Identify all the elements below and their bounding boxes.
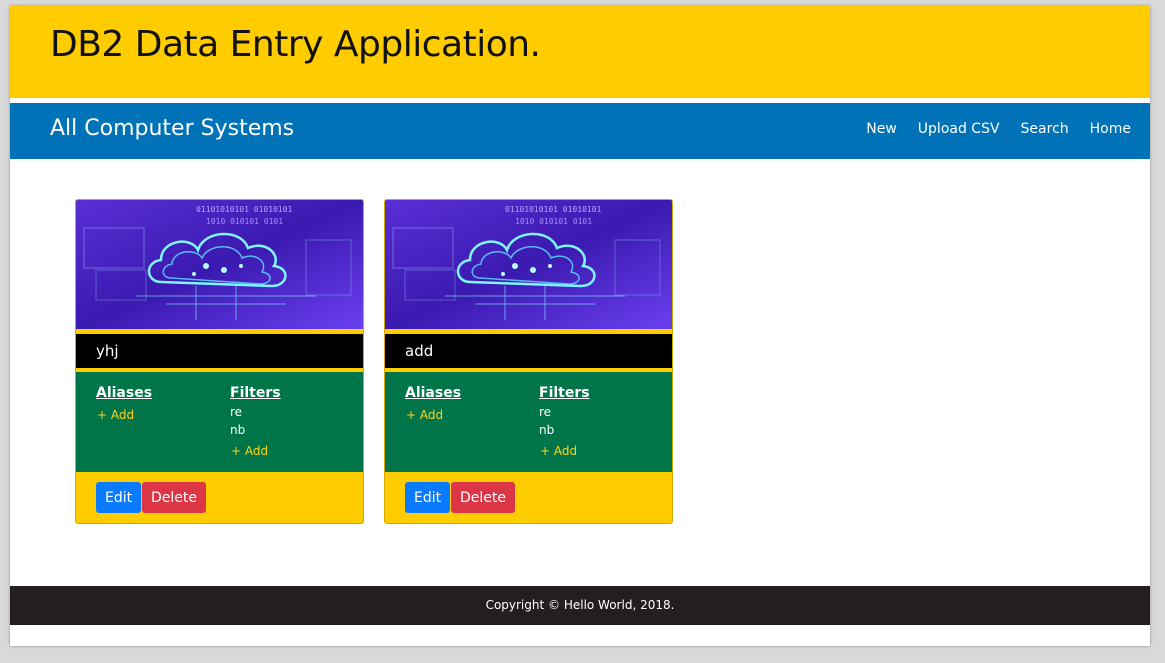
card-title-bar: yhj [76,334,363,368]
navbar: All Computer Systems New Upload CSV Sear… [10,103,1150,159]
nav-link-home[interactable]: Home [1090,121,1131,137]
add-filter-link[interactable]: + Add [540,444,577,458]
delete-button[interactable]: Delete [451,482,515,513]
copyright-text: Copyright © Hello World, 2018. [485,598,675,612]
filter-item: nb [230,423,246,437]
add-alias-link[interactable]: + Add [97,408,134,422]
edit-button[interactable]: Edit [405,482,451,513]
card-title-bar: add [385,334,672,368]
card-body: Aliases + Add Filters re nb + Add [76,372,363,472]
card-title: yhj [96,342,119,360]
cloud-network-image: 01101010101 01010101 1010 010101 0101 [76,200,363,329]
nav-link-new[interactable]: New [866,121,897,137]
svg-text:1010 010101 0101: 1010 010101 0101 [515,217,592,226]
card-title: add [405,342,434,360]
svg-text:1010 010101 0101: 1010 010101 0101 [206,217,283,226]
page-title: DB2 Data Entry Application. [50,24,541,65]
svg-text:01101010101 01010101: 01101010101 01010101 [196,205,293,214]
aliases-label[interactable]: Aliases [405,385,461,401]
add-alias-link[interactable]: + Add [406,408,443,422]
system-card: 01101010101 01010101 1010 010101 0101 yh… [75,199,364,524]
nav-link-upload-csv[interactable]: Upload CSV [918,121,1000,137]
nav-links: New Upload CSV Search Home [866,121,1131,137]
card-body: Aliases + Add Filters re nb + Add [385,372,672,472]
system-card: 01101010101 01010101 1010 010101 0101 ad… [384,199,673,524]
add-filter-link[interactable]: + Add [231,444,268,458]
filters-label[interactable]: Filters [539,385,590,401]
filter-item: nb [539,423,555,437]
delete-button[interactable]: Delete [142,482,206,513]
page: DB2 Data Entry Application. All Computer… [10,6,1150,646]
edit-button[interactable]: Edit [96,482,142,513]
svg-text:01101010101 01010101: 01101010101 01010101 [505,205,602,214]
aliases-label[interactable]: Aliases [96,385,152,401]
navbar-brand[interactable]: All Computer Systems [50,116,294,141]
filters-label[interactable]: Filters [230,385,281,401]
nav-link-search[interactable]: Search [1021,121,1069,137]
header-banner: DB2 Data Entry Application. [10,6,1150,98]
filter-item: re [230,405,243,419]
footer: Copyright © Hello World, 2018. [10,586,1150,625]
filter-item: re [539,405,552,419]
cloud-network-image: 01101010101 01010101 1010 010101 0101 [385,200,672,329]
